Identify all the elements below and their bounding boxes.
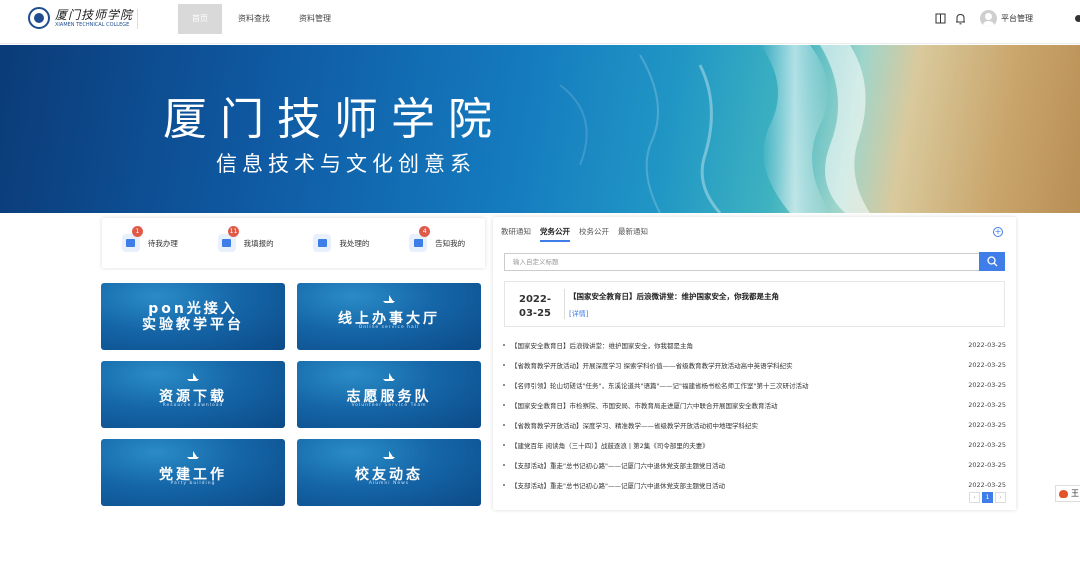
college-seal-icon bbox=[28, 7, 50, 29]
list-item[interactable]: 【国家安全教育日】市检察院、市国安局、市教育局走进厦门六中联合开展国家安全教育活… bbox=[503, 395, 1006, 415]
side-float-widget[interactable]: 王 bbox=[1055, 485, 1080, 502]
sailboat-icon bbox=[383, 451, 395, 459]
page-1-button[interactable]: 1 bbox=[982, 492, 993, 503]
task-handled[interactable]: 我处理的 bbox=[294, 218, 390, 268]
header-divider bbox=[137, 9, 138, 29]
tile-alumni-news[interactable]: 校友动态 Alumni News bbox=[297, 439, 481, 506]
featured-divider bbox=[564, 289, 565, 319]
task-badge: 1 bbox=[131, 226, 143, 237]
news-list: 【国家安全教育日】后浪微讲堂：维护国家安全，你我都是主角 2022-03-25 【… bbox=[503, 335, 1006, 495]
list-item[interactable]: 【省教育教学开放活动】开展深度学习 探索学科价值——省级教育教学开放活动高中英语… bbox=[503, 355, 1006, 375]
check-icon bbox=[313, 234, 332, 252]
list-item[interactable]: 【名师引领】轮山切磋话"任务"，东溪论道共"语篇"——记"福建省杨书松名师工作室… bbox=[503, 375, 1006, 395]
sailboat-icon bbox=[383, 373, 395, 381]
list-item[interactable]: 【支部活动】重走"总书记初心路"——记厦门六中退休党支部主题党日活动 2022-0… bbox=[503, 455, 1006, 475]
news-panel: 教研通知 党务公开 校务公开 最新通知 + 输入自定义标题 2022- 03-2… bbox=[493, 217, 1016, 510]
quick-access-tiles: pon光接入 实验教学平台 线上办事大厅 Online service hall… bbox=[101, 283, 481, 506]
sailboat-icon bbox=[383, 295, 395, 303]
main-nav: 首页 资料查找 资料管理 bbox=[178, 4, 347, 34]
sailboat-icon bbox=[187, 373, 199, 381]
tile-subtitle: Volunteer Service Team bbox=[351, 403, 427, 408]
news-tabs: 教研通知 党务公开 校务公开 最新通知 bbox=[501, 226, 657, 242]
hero-banner: 厦门技师学院 信息技术与文化创意系 bbox=[0, 45, 1080, 213]
side-float-label: 王 bbox=[1071, 489, 1079, 498]
tile-subtitle: Online service hall bbox=[358, 325, 420, 330]
sailboat-icon bbox=[187, 451, 199, 459]
list-item[interactable]: 【国家安全教育日】后浪微讲堂：维护国家安全，你我都是主角 2022-03-25 bbox=[503, 335, 1006, 355]
pagination: ‹ 1 › bbox=[967, 492, 1006, 503]
banner-subtitle: 信息技术与文化创意系 bbox=[216, 152, 476, 176]
nav-home[interactable]: 首页 bbox=[178, 4, 222, 34]
logo-chinese-name: 厦门技师学院 bbox=[55, 8, 134, 22]
more-dot-icon[interactable] bbox=[1075, 15, 1080, 22]
tile-volunteer-team[interactable]: 志愿服务队 Volunteer Service Team bbox=[297, 361, 481, 428]
news-search-input[interactable]: 输入自定义标题 bbox=[504, 253, 979, 271]
list-item[interactable]: 【建党百年 阅读角（三十四）】战鼓逐浪 | 第2集《司令部里的夫妻》 2022-0… bbox=[503, 435, 1006, 455]
task-label: 我填报的 bbox=[243, 238, 274, 248]
ocean-wave-graphic bbox=[559, 45, 870, 213]
tab-school-affairs[interactable]: 校务公开 bbox=[579, 226, 609, 242]
tile-subtitle: Party building bbox=[170, 481, 216, 486]
featured-date: 2022- 03-25 bbox=[519, 294, 551, 319]
task-shortcuts: 1 待我办理 11 我填报的 我处理的 4 告知我的 bbox=[102, 218, 485, 268]
prev-page-button[interactable]: ‹ bbox=[969, 492, 980, 503]
task-badge: 11 bbox=[227, 226, 240, 237]
paw-icon bbox=[1059, 489, 1068, 498]
task-badge: 4 bbox=[419, 226, 431, 237]
task-submitted[interactable]: 11 我填报的 bbox=[198, 218, 294, 268]
bell-icon: 4 bbox=[409, 226, 431, 252]
tile-resource-download[interactable]: 资源下载 Resource download bbox=[101, 361, 285, 428]
nav-resource-manage[interactable]: 资料管理 bbox=[286, 4, 344, 34]
list-item[interactable]: 【省教育教学开放活动】深度学习、精准教学——省级教学开放活动初中地理学科纪实 20… bbox=[503, 415, 1006, 435]
tile-subtitle: Alumni News bbox=[368, 481, 410, 486]
nav-resource-search[interactable]: 资料查找 bbox=[225, 4, 283, 34]
logo-english-name: XIAMEN TECHNICAL COLLEGE bbox=[55, 22, 130, 28]
search-button[interactable] bbox=[979, 252, 1005, 271]
tile-online-service[interactable]: 线上办事大厅 Online service hall bbox=[297, 283, 481, 350]
search-icon bbox=[986, 256, 997, 267]
add-circle-icon[interactable]: + bbox=[993, 227, 1003, 237]
task-pending[interactable]: 1 待我办理 bbox=[102, 218, 198, 268]
next-page-button[interactable]: › bbox=[995, 492, 1006, 503]
tile-subtitle: Resource download bbox=[162, 403, 224, 408]
tile-party-building[interactable]: 党建工作 Party building bbox=[101, 439, 285, 506]
book-icon[interactable] bbox=[934, 13, 946, 25]
task-label: 告知我的 bbox=[435, 238, 466, 248]
featured-details-link[interactable]: [详情] bbox=[569, 309, 588, 319]
task-label: 待我办理 bbox=[147, 238, 178, 248]
tab-party-affairs[interactable]: 党务公开 bbox=[540, 226, 570, 242]
bell-icon[interactable] bbox=[954, 13, 966, 25]
banner-title: 厦门技师学院 bbox=[163, 94, 505, 145]
featured-news[interactable]: 2022- 03-25 【国家安全教育日】后浪微讲堂：维护国家安全，你我都是主角… bbox=[504, 281, 1005, 327]
task-notified[interactable]: 4 告知我的 bbox=[389, 218, 485, 268]
header-tools: 平台管理 bbox=[934, 10, 1080, 27]
tile-pon-lab[interactable]: pon光接入 实验教学平台 bbox=[101, 283, 285, 350]
top-header: 厦门技师学院 XIAMEN TECHNICAL COLLEGE 首页 资料查找 … bbox=[0, 0, 1080, 44]
list-item[interactable]: 【支部活动】重走"总书记初心路"——记厦门六中退休党支部主题党日活动 2022-0… bbox=[503, 475, 1006, 495]
task-label: 我处理的 bbox=[339, 238, 370, 248]
user-name[interactable]: 平台管理 bbox=[1001, 13, 1033, 24]
document-icon: 11 bbox=[217, 226, 240, 252]
monitor-icon: 1 bbox=[121, 226, 143, 252]
user-avatar[interactable] bbox=[980, 10, 997, 27]
tile-title: pon光接入 实验教学平台 bbox=[142, 301, 244, 333]
tab-latest-notice[interactable]: 最新通知 bbox=[618, 226, 648, 242]
tab-research-notice[interactable]: 教研通知 bbox=[501, 226, 531, 242]
college-logo[interactable]: 厦门技师学院 XIAMEN TECHNICAL COLLEGE bbox=[28, 7, 133, 29]
featured-title[interactable]: 【国家安全教育日】后浪微讲堂：维护国家安全，你我都是主角 bbox=[569, 291, 779, 302]
